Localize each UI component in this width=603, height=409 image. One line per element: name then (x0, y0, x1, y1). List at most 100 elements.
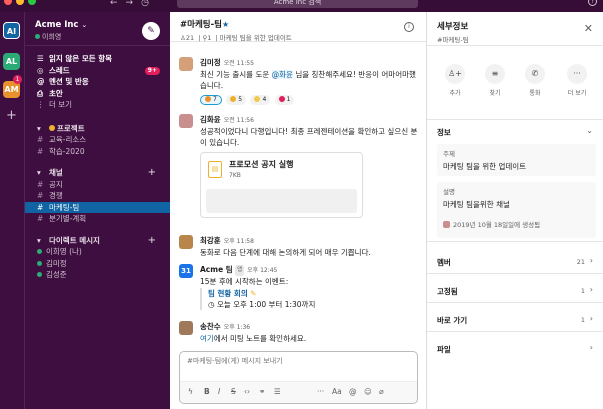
event-title[interactable]: 팀 현황 회의 (208, 289, 248, 298)
files-row[interactable]: 파일 › (427, 336, 603, 361)
avatar[interactable] (179, 321, 193, 335)
workspace-header[interactable]: Acme Inc ⌄ 이희영 ✎ (25, 12, 170, 46)
avatar[interactable] (179, 235, 193, 249)
add-channel-icon[interactable]: + (148, 167, 156, 179)
section-channels[interactable]: ▾ 채널 + (25, 167, 170, 179)
channel-item[interactable]: # 학습-2020 (25, 146, 170, 158)
close-icon[interactable]: ✕ (584, 22, 593, 35)
channel-topic: 마케팅 팀을 위한 업데이트 (219, 34, 292, 42)
notes-link[interactable]: 여기 (200, 334, 214, 343)
section-projects[interactable]: ▾ 프로젝트 (25, 123, 170, 135)
reaction-sparkle[interactable]: 5 (226, 95, 247, 105)
info-icon[interactable]: i (404, 22, 414, 32)
topic-card[interactable]: 주제 마케팅 팀을 위한 업데이트 (437, 144, 596, 176)
sidebar-item-threads[interactable]: ◎ 스레드 9+ (25, 65, 170, 77)
message[interactable]: 김화윤 오전 11:56 성공적이었다니 다행입니다! 최종 프레젠테이션을 확인… (179, 114, 419, 218)
shortcuts-row[interactable]: 바로 가기 1 › (427, 307, 603, 332)
channel-item[interactable]: # 경쟁 (25, 190, 170, 202)
details-title: 세부정보 (437, 22, 469, 32)
channel-item[interactable]: # 분기별-계획 (25, 213, 170, 225)
message-author[interactable]: 최강훈 (200, 236, 221, 245)
member-count[interactable]: 21 (186, 34, 194, 42)
search-input[interactable]: Acme Inc 검색 (177, 0, 418, 8)
dm-item[interactable]: 김성준 (25, 269, 170, 281)
section-dms[interactable]: ▾ 다이렉트 메시지 + (25, 235, 170, 247)
message[interactable]: 김미정 오전 11:55 최신 기능 출시를 도운 @화윤 님을 칭찬해주세요! … (179, 57, 419, 105)
file-preview[interactable] (206, 189, 357, 213)
pinned-row[interactable]: 고정됨 1 › (427, 278, 603, 303)
workspace-ai[interactable]: AI (3, 22, 20, 39)
reaction-heart-eyes[interactable]: 1 (274, 95, 295, 105)
sidebar-item-mentions[interactable]: @ 멘션 및 반응 (25, 76, 170, 88)
attach-icon[interactable]: ⌀ (379, 387, 384, 396)
message-author[interactable]: 송찬수 (200, 322, 221, 331)
close-window-icon[interactable] (4, 0, 12, 5)
channel-item[interactable]: # 공지 (25, 179, 170, 191)
message-time[interactable]: 오후 1:36 (224, 324, 250, 331)
user-mention[interactable]: @화윤 (271, 70, 293, 79)
message-input[interactable] (187, 357, 412, 365)
channel-title[interactable]: #마케팅-팀 (180, 20, 222, 30)
history-icon[interactable]: ◷ (141, 0, 157, 8)
add-member-button[interactable]: ♙+ 추가 (440, 64, 470, 97)
message-time[interactable]: 오전 11:55 (224, 60, 254, 67)
calendar-app-icon[interactable]: 31 (179, 264, 193, 278)
maximize-window-icon[interactable] (28, 0, 36, 5)
italic-icon[interactable]: I (218, 387, 220, 396)
strikethrough-icon[interactable]: S (231, 387, 236, 396)
add-user-icon: ♙+ (445, 64, 465, 84)
channel-item[interactable]: # 교육-리소스 (25, 134, 170, 146)
message-time[interactable]: 오후 11:58 (224, 238, 254, 245)
message[interactable]: 최강훈 오후 11:58 동화로 다음 단계에 대해 논의하게 되어 매우 기쁩니… (179, 235, 419, 258)
lightning-icon[interactable]: ϟ (188, 387, 193, 396)
more-button[interactable]: ··· 더 보기 (562, 64, 592, 97)
dm-item[interactable]: 이희영 (나) (25, 246, 170, 258)
info-heading[interactable]: 정보 (437, 127, 451, 138)
link-icon[interactable]: ⚭ (259, 387, 265, 396)
details-subtitle: #마케팅-팀 (437, 36, 469, 44)
sidebar-item-more[interactable]: ⋮ 더 보기 (25, 99, 170, 111)
channel-item-active[interactable]: # 마케팅-팀 (25, 201, 170, 213)
mention-icon[interactable]: @ (349, 387, 357, 396)
avatar[interactable] (179, 57, 193, 71)
more-actions-icon[interactable]: ··· (317, 387, 324, 396)
avatar[interactable] (179, 114, 193, 128)
compose-icon[interactable]: ✎ (142, 22, 160, 40)
emoji-picker-icon[interactable]: ☺ (364, 387, 372, 396)
file-title[interactable]: 프로모션 공지 실행 (229, 159, 293, 170)
star-icon[interactable]: ★ (222, 20, 229, 29)
help-icon[interactable]: ? (588, 0, 597, 6)
add-dm-icon[interactable]: + (148, 235, 156, 247)
description-card[interactable]: 설명 마케팅 팀을위한 채널 2019년 10월 18일일에 생성됨 (437, 182, 596, 238)
reaction-wave[interactable]: 4 (250, 95, 271, 105)
file-attachment[interactable]: ▤ 프로모션 공지 실행 7KB (200, 152, 363, 218)
add-workspace-icon[interactable]: + (6, 108, 17, 123)
list-format-icon[interactable]: ☰ (274, 387, 281, 396)
message[interactable]: 31 Acme 팀 앱 오후 12:45 15분 후에 시작하는 이벤트: 팀 현… (179, 264, 419, 310)
members-row[interactable]: 멤버 21 › (427, 249, 603, 274)
workspace-al[interactable]: AL (3, 53, 20, 70)
minimize-window-icon[interactable] (16, 0, 24, 5)
message-time[interactable]: 오후 12:45 (247, 267, 277, 274)
chevron-up-icon[interactable]: ⌄ (586, 126, 593, 135)
message-author[interactable]: 김미정 (200, 58, 221, 67)
bold-icon[interactable]: B (204, 387, 210, 396)
sidebar-item-unreads[interactable]: ☰ 읽지 않은 모든 항목 (25, 53, 170, 65)
dm-item[interactable]: 김미정 (25, 258, 170, 270)
pinned-count[interactable]: 1 (207, 34, 211, 42)
message-time[interactable]: 오전 11:56 (224, 117, 254, 124)
message[interactable]: 송찬수 오후 1:36 여기에서 미팅 노트를 확인하세요. (179, 321, 419, 344)
text-format-icon[interactable]: Aa (332, 387, 342, 396)
code-icon[interactable]: ‹› (244, 387, 250, 396)
reaction-party[interactable]: 7 (200, 95, 222, 105)
drafts-icon: ⎙ (37, 88, 43, 98)
message-author[interactable]: 김화윤 (200, 115, 221, 124)
created-date: 2019년 10월 18일일에 생성됨 (453, 221, 541, 229)
find-button[interactable]: ≡ 찾기 (480, 64, 510, 97)
sidebar-item-drafts[interactable]: ⎙ 초안 (25, 88, 170, 100)
call-button[interactable]: ✆ 통화 (520, 64, 550, 97)
topic-value: 마케팅 팀을 위한 업데이트 (443, 162, 527, 171)
back-arrow-icon[interactable]: ← (110, 0, 126, 8)
message-author[interactable]: Acme 팀 (200, 265, 233, 274)
forward-arrow-icon[interactable]: → (126, 0, 142, 8)
